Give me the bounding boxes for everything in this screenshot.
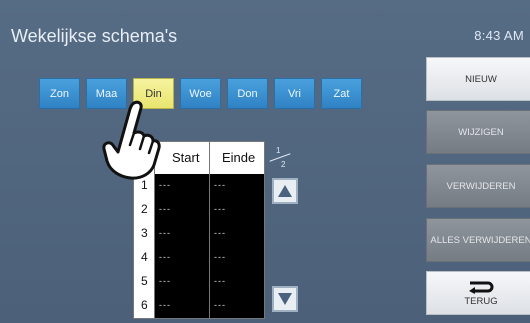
back-label: TERUG (464, 295, 498, 307)
page-indicator: 1 2 (269, 146, 291, 172)
day-button-thu[interactable]: Don (227, 78, 268, 109)
row-number: 4 (141, 250, 148, 264)
start-cell: --- (159, 180, 171, 190)
start-cell: --- (159, 276, 171, 286)
screen: Wekelijkse schema's 8:43 AM Zon Maa Din … (0, 0, 530, 323)
arrow-down-icon (278, 293, 292, 305)
page-title: Wekelijkse schema's (11, 26, 178, 46)
clock: 8:43 AM (474, 28, 524, 43)
return-arrow-icon (469, 281, 494, 294)
hand-pointer-icon (102, 100, 161, 180)
table-row[interactable]: 4 --- --- (134, 246, 264, 270)
day-button-wed[interactable]: Woe (180, 78, 221, 109)
scroll-down-button[interactable] (272, 286, 298, 312)
day-button-sat[interactable]: Zat (321, 78, 362, 109)
column-header-start: Start (172, 150, 200, 165)
page-total: 2 (281, 160, 286, 169)
row-number: 3 (141, 226, 148, 240)
start-cell: --- (159, 300, 171, 310)
start-cell: --- (159, 204, 171, 214)
end-cell: --- (214, 276, 226, 286)
row-number: 2 (141, 202, 148, 216)
day-button-fri[interactable]: Vri (274, 78, 315, 109)
table-row[interactable]: 6 --- --- (134, 294, 264, 318)
delete-all-button[interactable]: ALLES VERWIJDEREN (426, 218, 530, 262)
row-number: 6 (141, 298, 148, 312)
column-header-end: Einde (222, 150, 256, 165)
table-row[interactable]: 5 --- --- (134, 270, 264, 294)
table-row[interactable]: 2 --- --- (134, 198, 264, 222)
end-cell: --- (214, 180, 226, 190)
table-row[interactable]: 3 --- --- (134, 222, 264, 246)
page-current: 1 (276, 146, 281, 155)
start-cell: --- (159, 228, 171, 238)
delete-button[interactable]: VERWIJDEREN (426, 164, 530, 208)
end-cell: --- (214, 204, 226, 214)
day-selector: Zon Maa Din Woe Don Vri Zat (39, 78, 362, 109)
start-cell: --- (159, 252, 171, 262)
end-cell: --- (214, 252, 226, 262)
new-button[interactable]: NIEUW (426, 57, 530, 101)
scroll-up-button[interactable] (272, 178, 298, 204)
arrow-up-icon (278, 185, 292, 197)
end-cell: --- (214, 300, 226, 310)
edit-button[interactable]: WIJZIGEN (426, 110, 530, 154)
row-number: 5 (141, 274, 148, 288)
end-cell: --- (214, 228, 226, 238)
back-button[interactable]: TERUG (426, 271, 530, 315)
day-button-sun[interactable]: Zon (39, 78, 80, 109)
